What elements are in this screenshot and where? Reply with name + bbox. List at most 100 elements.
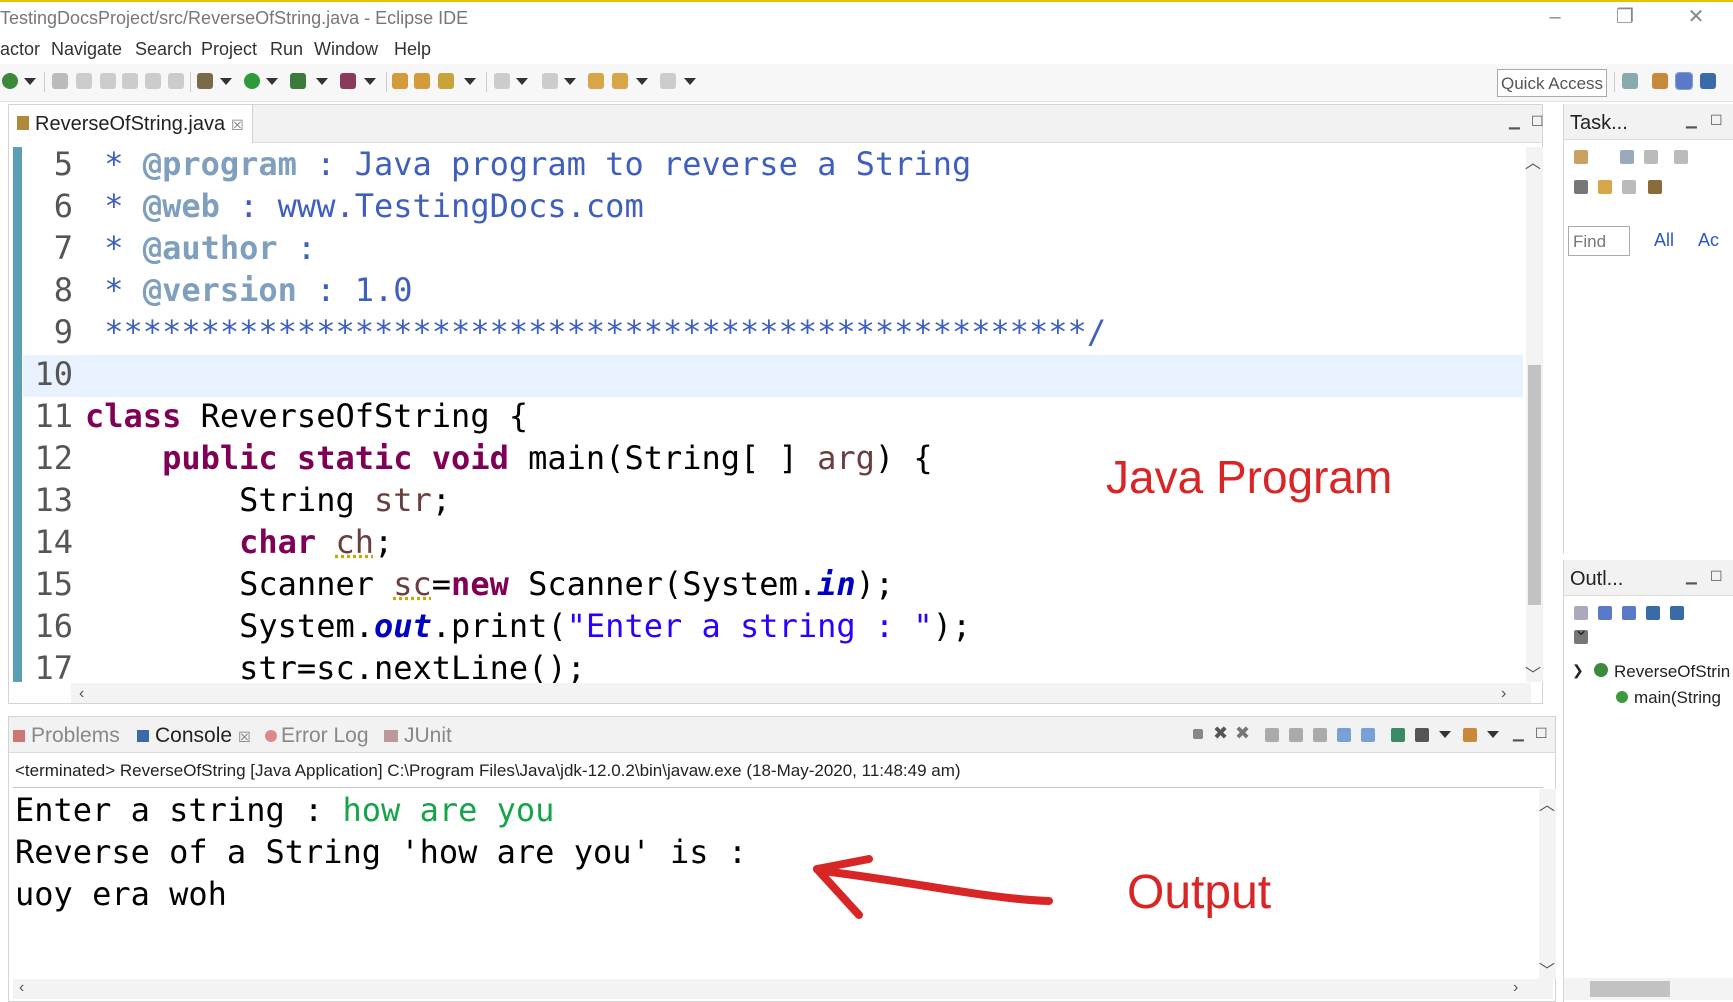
last-edit-icon[interactable]	[588, 73, 604, 89]
maximize-icon[interactable]: ☐	[1535, 725, 1548, 742]
scheduled-icon[interactable]	[1644, 150, 1658, 164]
scrollbar-thumb[interactable]	[1528, 365, 1541, 605]
chevron-down-icon[interactable]	[316, 78, 328, 85]
menu-run[interactable]: Run	[270, 39, 303, 60]
find-input[interactable]: Find	[1568, 226, 1630, 256]
close-icon[interactable]: ☒	[231, 117, 244, 133]
new-task-icon[interactable]	[1574, 150, 1588, 164]
collapse-icon[interactable]	[1674, 150, 1688, 164]
open-type-icon[interactable]	[392, 73, 408, 89]
new-icon[interactable]	[2, 73, 18, 89]
hide-local-types-icon[interactable]	[1670, 606, 1684, 620]
code-area[interactable]: 5 * @program : Java program to reverse a…	[23, 143, 1523, 683]
filter-all-link[interactable]: All	[1654, 230, 1674, 251]
terminate-icon[interactable]	[1193, 729, 1203, 739]
debug-icon[interactable]	[197, 73, 213, 89]
maximize-icon[interactable]: ☐	[1710, 112, 1723, 129]
expand-arrow-icon[interactable]: ❯	[1572, 662, 1584, 679]
menu-refactor[interactable]: actor	[0, 39, 40, 60]
remove-all-icon[interactable]: ✖	[1235, 723, 1250, 744]
menu-search[interactable]: Search	[135, 39, 192, 60]
tab-junit[interactable]: JUnit	[384, 724, 452, 748]
chevron-down-icon[interactable]	[684, 78, 696, 85]
code-line[interactable]: 14 char ch;	[23, 523, 1523, 565]
hide-static-icon[interactable]	[1622, 606, 1636, 620]
outline-method-node[interactable]: main(String	[1616, 688, 1721, 708]
debug-perspective-icon[interactable]	[1700, 73, 1716, 89]
code-line[interactable]: 6 * @web : www.TestingDocs.com	[23, 187, 1523, 229]
minimize-icon[interactable]: ▁	[1509, 113, 1520, 130]
chevron-down-icon[interactable]	[1487, 731, 1499, 738]
menu-window[interactable]: Window	[314, 39, 378, 60]
code-line[interactable]: 17 str=sc.nextLine();	[23, 649, 1523, 683]
maximize-icon[interactable]: ☐	[1710, 568, 1723, 585]
chevron-down-icon[interactable]	[464, 78, 476, 85]
console-vertical-scrollbar[interactable]	[1539, 789, 1556, 979]
layout-icon[interactable]	[122, 73, 138, 89]
chevron-down-icon[interactable]	[516, 78, 528, 85]
forward-icon[interactable]	[660, 73, 676, 89]
scroll-left-icon[interactable]: ‹	[19, 979, 24, 997]
hide-nonpublic-icon[interactable]	[1646, 606, 1660, 620]
chevron-down-icon[interactable]: ⌄	[1574, 620, 1588, 640]
tab-outline[interactable]: Outl...	[1570, 568, 1623, 591]
outline-horizontal-scrollbar[interactable]	[1564, 978, 1733, 1000]
pin-console-icon[interactable]	[1391, 728, 1405, 742]
java-perspective-icon[interactable]	[1675, 72, 1693, 90]
tab-reverseofstring-java[interactable]: ReverseOfString.java ☒	[9, 105, 253, 143]
clear-console-icon[interactable]	[1265, 728, 1279, 742]
filter-icon[interactable]	[1574, 180, 1588, 194]
code-line[interactable]: 15 Scanner sc=new Scanner(System.in);	[23, 565, 1523, 607]
code-line[interactable]: 16 System.out.print("Enter a string : ")…	[23, 607, 1523, 649]
remove-launch-icon[interactable]: ✖	[1213, 723, 1228, 744]
open-console-icon[interactable]	[1463, 728, 1477, 742]
code-line[interactable]: 8 * @version : 1.0	[23, 271, 1523, 313]
chevron-down-icon[interactable]	[564, 78, 576, 85]
scroll-left-icon[interactable]: ‹	[79, 685, 84, 703]
code-line[interactable]: 11 class ReverseOfString {	[23, 397, 1523, 439]
coverage-icon[interactable]	[290, 73, 306, 89]
chevron-down-icon[interactable]	[24, 78, 36, 85]
menu-project[interactable]: Project	[201, 39, 257, 60]
horizontal-scrollbar[interactable]	[71, 683, 1531, 703]
toggle-icon[interactable]	[76, 73, 92, 89]
search-icon[interactable]	[438, 73, 454, 89]
scroll-up-icon[interactable]: ︿	[1525, 149, 1541, 173]
tab-problems[interactable]: Problems	[13, 724, 120, 748]
menu-help[interactable]: Help	[394, 39, 431, 60]
scroll-down-icon[interactable]: ﹀	[1539, 957, 1555, 981]
scroll-right-icon[interactable]: ›	[1513, 979, 1518, 997]
tab-error-log[interactable]: Error Log	[265, 724, 369, 748]
chevron-down-icon[interactable]	[364, 78, 376, 85]
prev-annotation-icon[interactable]	[542, 73, 558, 89]
scroll-down-icon[interactable]: ﹀	[1525, 661, 1541, 685]
display-console-icon[interactable]	[1415, 728, 1429, 742]
focus-icon[interactable]	[1598, 180, 1612, 194]
restore-icon[interactable]: ❐	[1605, 6, 1645, 30]
code-line[interactable]: 9 **************************************…	[23, 313, 1523, 355]
close-icon[interactable]: ✕	[1676, 6, 1716, 30]
build-icon[interactable]	[52, 73, 68, 89]
minimize-icon[interactable]: –	[1535, 6, 1575, 30]
sync-icon[interactable]	[1648, 180, 1662, 194]
chevron-down-icon[interactable]	[266, 78, 278, 85]
close-icon[interactable]: ☒	[238, 729, 251, 745]
quick-access-input[interactable]: Quick Access	[1497, 69, 1607, 97]
maximize-icon[interactable]: ☐	[1531, 113, 1544, 130]
hide-fields-icon[interactable]	[1598, 606, 1612, 620]
chevron-down-icon[interactable]	[220, 78, 232, 85]
resource-perspective-icon[interactable]	[1652, 73, 1668, 89]
chevron-down-icon[interactable]	[1439, 731, 1451, 738]
pilcrow-icon[interactable]	[168, 73, 184, 89]
sort-icon[interactable]	[1574, 606, 1588, 620]
tab-console[interactable]: Console ☒	[137, 724, 251, 748]
outline-class-node[interactable]: ReverseOfStrin	[1594, 662, 1730, 682]
code-line[interactable]: 10	[23, 355, 1523, 397]
back-icon[interactable]	[612, 73, 628, 89]
tab-task-list[interactable]: Task...	[1570, 112, 1628, 135]
collapse-all-icon[interactable]	[1622, 180, 1636, 194]
minimize-icon[interactable]: ▁	[1513, 725, 1524, 742]
scroll-up-icon[interactable]: ︿	[1539, 791, 1555, 815]
annotation-icon[interactable]	[494, 73, 510, 89]
open-task-icon[interactable]	[414, 73, 430, 89]
